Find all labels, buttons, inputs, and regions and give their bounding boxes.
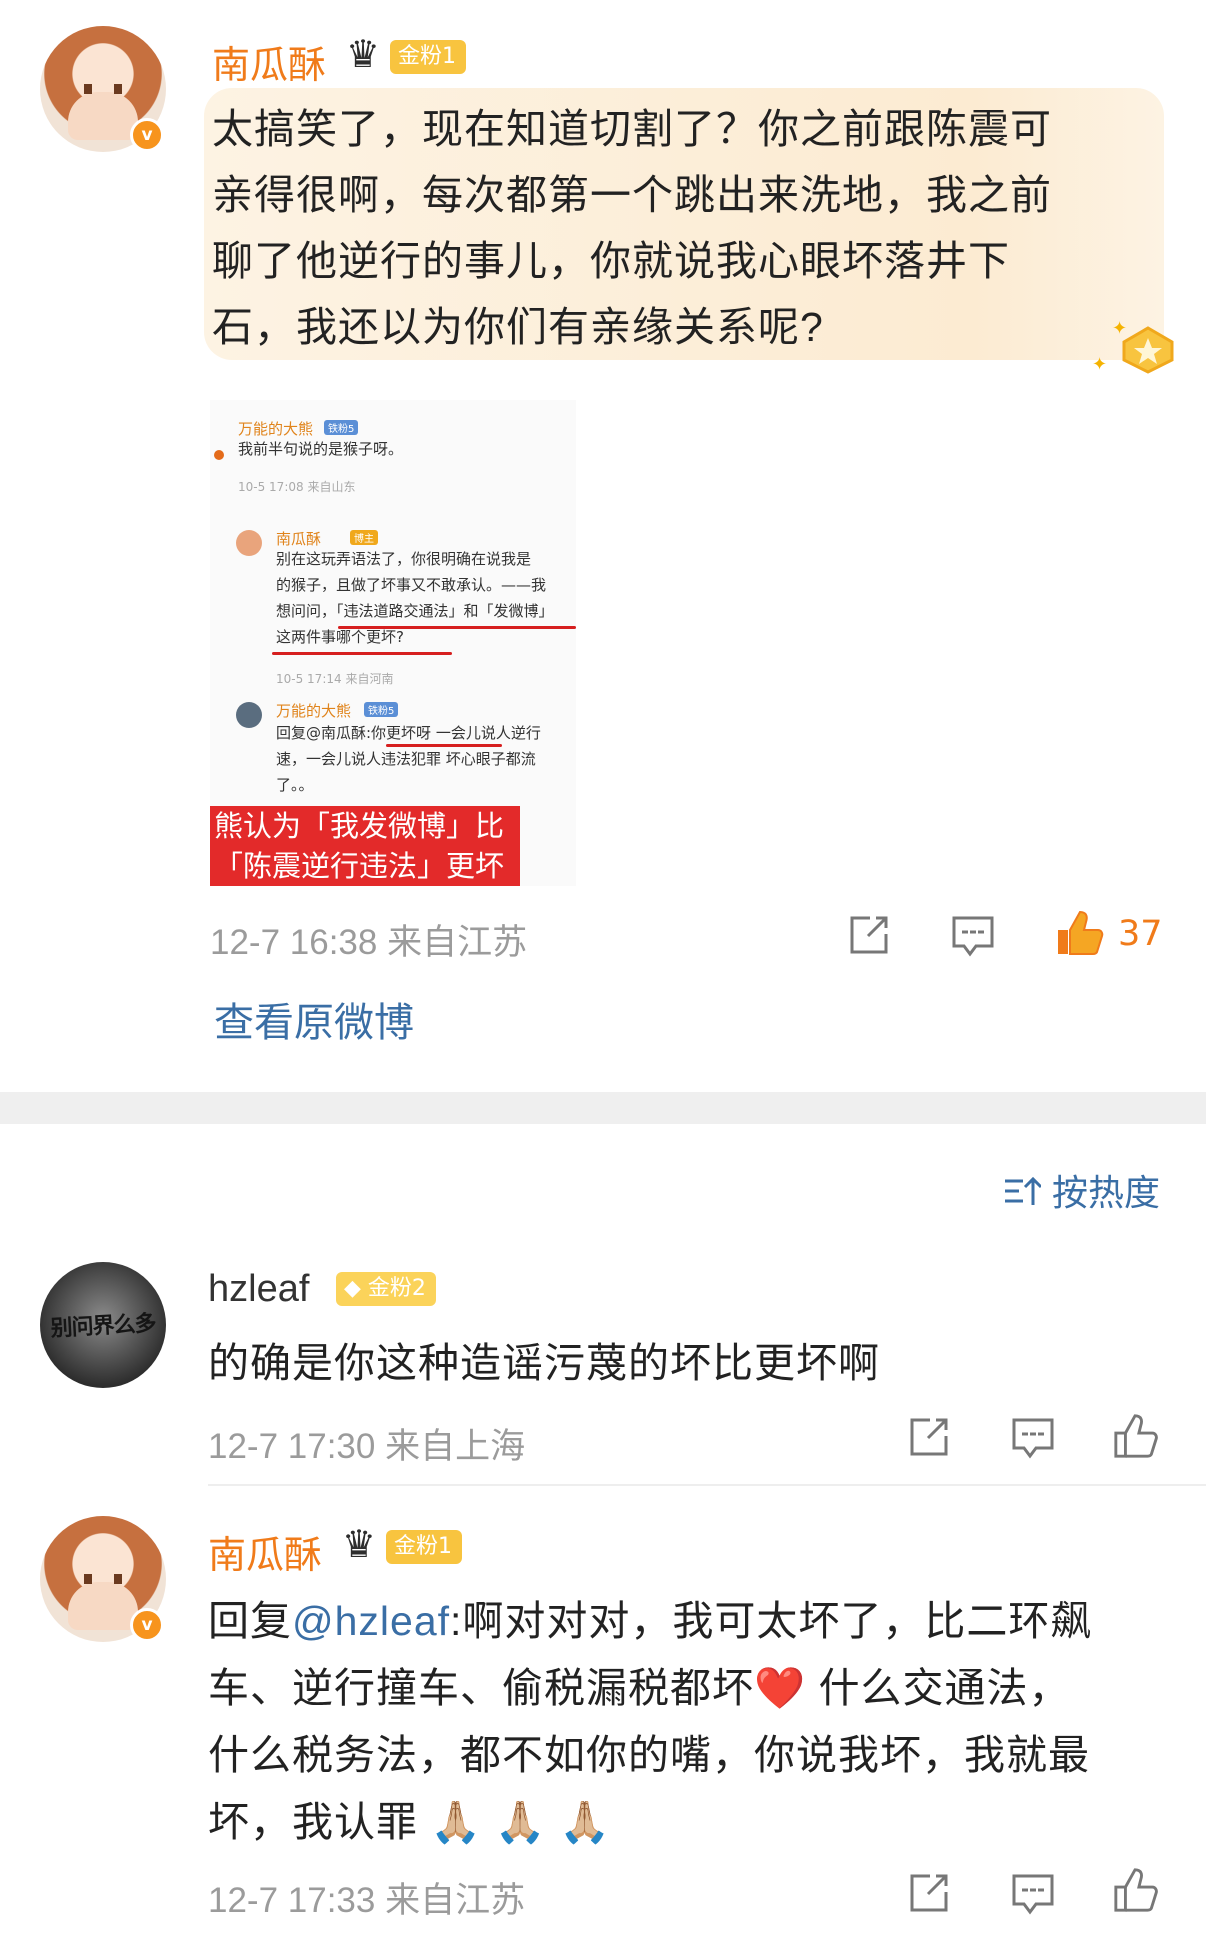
share-icon[interactable] xyxy=(906,1870,952,1916)
avatar[interactable]: 别问界么多 xyxy=(40,1262,166,1388)
comment-meta: 12-7 17:33 来自江苏 xyxy=(208,1872,525,1923)
location: 来自江苏 xyxy=(387,923,528,962)
comment-line: 亲得很啊，每次都第一个跳出来洗地，我之前 xyxy=(212,172,1052,218)
sort-label: 按热度 xyxy=(1051,1173,1160,1214)
embedded-meta: 10-5 17:14 来自河南 xyxy=(276,672,394,686)
username[interactable]: 南瓜酥 xyxy=(208,1524,322,1579)
fan-badge-label: 金粉2 xyxy=(367,1276,426,1301)
share-icon[interactable] xyxy=(846,912,892,958)
embedded-line: 了。。 xyxy=(276,776,314,794)
comment-meta: 12-7 17:30 来自上海 xyxy=(208,1418,525,1469)
embedded-line: 别在这玩弄语法了，你很明确在说我是 xyxy=(276,550,532,568)
comment-divider xyxy=(208,1484,1206,1486)
underline-mark xyxy=(272,652,452,655)
sort-button[interactable]: 按热度 xyxy=(1003,1164,1160,1216)
like-icon[interactable] xyxy=(1112,1412,1158,1458)
embedded-text: 别在这玩弄语法了，你很明确在说我是 的猴子，且做了坏事又不敢承认。——我 想问问… xyxy=(276,546,554,650)
embedded-badge: 铁粉5 xyxy=(364,702,399,717)
comment-icon[interactable] xyxy=(1010,1414,1056,1460)
verified-badge: v xyxy=(130,118,164,152)
view-original-link[interactable]: 查看原微博 xyxy=(214,990,414,1048)
comment-line: 什么税务法，都不如你的嘴，你说我坏，我就最 xyxy=(208,1732,1090,1778)
banner-line: 熊认为「我发微博」比 xyxy=(214,809,505,843)
comment-icon[interactable] xyxy=(950,912,996,958)
comment-text: 回复@hzleaf:啊对对对，我可太坏了，比二环飙 车、逆行撞车、偷税漏税都坏❤… xyxy=(208,1588,1092,1856)
embedded-badge: 博主 xyxy=(350,530,378,545)
comment-thread-page: v 南瓜酥 ♛ 金粉1 太搞笑了，现在知道切割了？你之前跟陈震可 亲得很啊，每次… xyxy=(0,0,1206,1945)
reply-prefix: 回复 xyxy=(208,1598,292,1644)
comment-line: 回复@hzleaf:啊对对对，我可太坏了，比二环飙 xyxy=(208,1588,1092,1655)
sparkle-icon: ✦ xyxy=(1112,318,1128,339)
comment-line: 聊了他逆行的事儿，你就说我心眼坏落井下 xyxy=(212,238,1010,284)
like-icon[interactable] xyxy=(1112,1866,1158,1912)
embedded-meta: 10-5 17:08 来自山东 xyxy=(238,480,356,494)
timestamp: 12-7 17:30 xyxy=(208,1427,376,1466)
timestamp: 12-7 17:33 xyxy=(208,1881,376,1920)
comment-segment: 车、逆行撞车、偷税漏税都坏 xyxy=(208,1665,754,1711)
heart-emoji: ❤️ xyxy=(754,1665,807,1711)
fan-badge: 金粉1 xyxy=(390,40,466,74)
banner-line: 「陈震逆行违法」更坏 xyxy=(214,849,505,883)
section-divider xyxy=(0,1092,1206,1124)
username[interactable]: hzleaf xyxy=(208,1268,309,1311)
embedded-line: 回复@南瓜酥:你更坏呀 一会儿说人逆行 xyxy=(276,724,541,742)
mention-link[interactable]: @hzleaf xyxy=(292,1598,450,1644)
sort-icon xyxy=(1003,1173,1052,1214)
timestamp: 12-7 16:38 xyxy=(210,923,378,962)
comment-line: 石，我还以为你们有亲缘关系呢? xyxy=(212,304,824,350)
crown-icon: ♛ xyxy=(342,1522,377,1566)
embedded-line: 想问问，「违法道路交通法」和「发微博」 xyxy=(276,602,554,620)
username[interactable]: 南瓜酥 xyxy=(212,34,326,89)
comment-segment: :啊对对对，我可太坏了，比二环飙 xyxy=(450,1598,1093,1644)
post-meta: 12-7 16:38 来自江苏 xyxy=(210,914,527,965)
comment-segment: 什么交通法， xyxy=(806,1665,1071,1711)
location: 来自江苏 xyxy=(385,1881,526,1920)
avatar-text: 别问界么多 xyxy=(50,1311,157,1342)
embedded-username: 万能的大熊 xyxy=(276,702,352,720)
sparkle-icon: ✦ xyxy=(1092,354,1108,375)
comment-segment: 坏，我认罪 xyxy=(208,1799,418,1845)
embedded-badge: 铁粉5 xyxy=(324,420,359,435)
comment-text: 的确是你这种造谣污蔑的坏比更坏啊 xyxy=(208,1340,880,1386)
embedded-text: 回复@南瓜酥:你更坏呀 一会儿说人逆行 速，一会儿说人违法犯罪 坏心眼子都流 了… xyxy=(276,720,541,798)
embedded-text: 我前半句说的是猴子呀。 xyxy=(238,440,404,458)
like-count: 37 xyxy=(1118,914,1163,954)
fan-badge: ◆ 金粉2 xyxy=(336,1272,436,1306)
like-icon[interactable] xyxy=(1054,908,1104,958)
embedded-line: 速，一会儿说人违法犯罪 坏心眼子都流 xyxy=(276,750,536,768)
comment-line: 车、逆行撞车、偷税漏税都坏❤️ 什么交通法， xyxy=(208,1655,1092,1722)
pray-emoji: 🙏🏼 🙏🏼 🙏🏼 xyxy=(430,1799,612,1845)
embedded-screenshot[interactable]: 万能的大熊 铁粉5 我前半句说的是猴子呀。 10-5 17:08 来自山东 南瓜… xyxy=(210,400,576,886)
comment-line: 坏，我认罪 🙏🏼 🙏🏼 🙏🏼 xyxy=(208,1789,1092,1856)
share-icon[interactable] xyxy=(906,1414,952,1460)
caption-banner: 熊认为「我发微博」比 「陈震逆行违法」更坏 xyxy=(210,806,520,886)
comment-line: 太搞笑了，现在知道切割了？你之前跟陈震可 xyxy=(212,106,1052,152)
verified-badge: v xyxy=(130,1608,164,1642)
embedded-line: 的猴子，且做了坏事又不敢承认。——我 xyxy=(276,576,547,594)
underline-mark xyxy=(386,744,502,747)
underline-mark xyxy=(338,626,576,629)
diamond-icon: ◆ xyxy=(344,1276,361,1301)
fan-badge: 金粉1 xyxy=(386,1530,462,1564)
comment-icon[interactable] xyxy=(1010,1870,1056,1916)
crown-icon: ♛ xyxy=(346,32,381,76)
comment-text: 太搞笑了，现在知道切割了？你之前跟陈震可 亲得很啊，每次都第一个跳出来洗地，我之… xyxy=(212,96,1052,360)
location: 来自上海 xyxy=(385,1427,526,1466)
